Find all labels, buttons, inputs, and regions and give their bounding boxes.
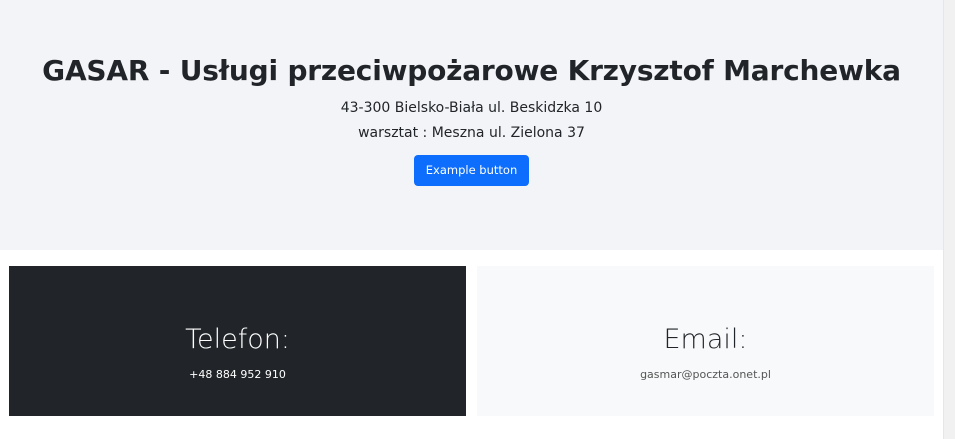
email-card: Email: gasmar@poczta.onet.pl (477, 266, 934, 416)
address-line: 43-300 Bielsko-Biała ul. Beskidzka 10 (340, 100, 603, 116)
page: GASAR - Usługi przeciwpożarowe Krzysztof… (0, 0, 943, 439)
example-button[interactable]: Example button (414, 155, 529, 186)
page-title: GASAR - Usługi przeciwpożarowe Krzysztof… (42, 54, 901, 87)
vertical-scrollbar[interactable] (943, 0, 955, 439)
hero-section: GASAR - Usługi przeciwpożarowe Krzysztof… (0, 0, 943, 250)
email-address: gasmar@poczta.onet.pl (640, 368, 771, 381)
phone-card: Telefon: +48 884 952 910 (9, 266, 466, 416)
phone-number: +48 884 952 910 (189, 368, 286, 381)
email-title: Email: (663, 324, 748, 355)
workshop-address-line: warsztat : Meszna ul. Zielona 37 (358, 125, 585, 141)
phone-title: Telefon: (185, 324, 290, 355)
